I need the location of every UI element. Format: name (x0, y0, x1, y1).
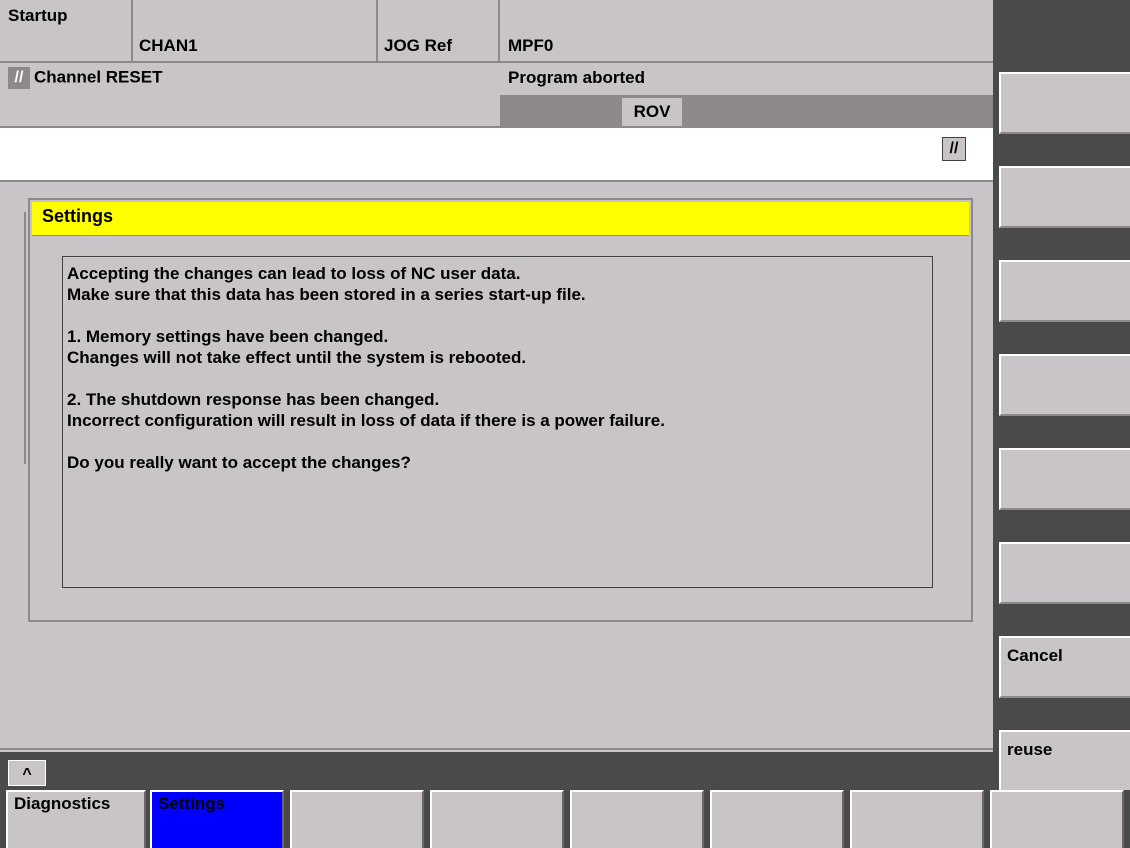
message-line-6 (67, 368, 928, 389)
message-line-4: 1. Memory settings have been changed. (67, 327, 389, 346)
vsk-1[interactable] (999, 72, 1130, 134)
header-spacer (0, 95, 500, 128)
message-line-5: Changes will not take effect until the s… (67, 348, 527, 367)
reuse-softkey[interactable]: reuse (999, 730, 1130, 792)
recall-bar: ^ (0, 752, 993, 790)
override-bar: ROV (500, 95, 993, 128)
vsk-6[interactable] (999, 542, 1130, 604)
rov-indicator: ROV (622, 98, 682, 126)
message-line-1: Accepting the changes can lead to loss o… (67, 264, 521, 283)
message-line: // (0, 128, 993, 182)
channel-status: //Channel RESET (0, 63, 500, 95)
hsk-3[interactable] (290, 790, 424, 848)
message-line-8: Incorrect configuration will result in l… (67, 411, 665, 430)
vsk-5[interactable] (999, 448, 1130, 510)
work-area: Settings Accepting the changes can lead … (0, 184, 993, 750)
channel-name: CHAN1 (133, 0, 378, 63)
hsk-8[interactable] (990, 790, 1124, 848)
area-name: Startup (0, 0, 133, 63)
message-line-10: Do you really want to accept the changes… (67, 453, 411, 472)
channel-status-text: Channel RESET (34, 67, 163, 87)
program-status: Program aborted (500, 63, 993, 95)
vertical-softkey-bar: Cancel reuse (993, 0, 1130, 792)
horizontal-softkey-bar: Diagnostics Settings (0, 790, 1130, 848)
reset-icon: // (8, 67, 30, 89)
diagnostics-softkey[interactable]: Diagnostics (6, 790, 146, 848)
message-line-3 (67, 305, 928, 326)
scroll-line (24, 212, 26, 464)
vsk-3[interactable] (999, 260, 1130, 322)
vsk-4[interactable] (999, 354, 1130, 416)
hsk-5[interactable] (570, 790, 704, 848)
hsk-7[interactable] (850, 790, 984, 848)
hsk-4[interactable] (430, 790, 564, 848)
settings-softkey[interactable]: Settings (150, 790, 284, 848)
settings-dialog: Settings Accepting the changes can lead … (28, 198, 973, 622)
vsk-2[interactable] (999, 166, 1130, 228)
hsk-6[interactable] (710, 790, 844, 848)
message-line-7: 2. The shutdown response has been change… (67, 390, 440, 409)
message-line-2: Make sure that this data has been stored… (67, 285, 586, 304)
message-line-9 (67, 431, 928, 452)
program-name: MPF0 (500, 0, 993, 63)
dialog-message: Accepting the changes can lead to loss o… (62, 256, 933, 588)
recall-icon[interactable]: ^ (8, 760, 46, 786)
operating-mode: JOG Ref (378, 0, 500, 63)
cancel-softkey[interactable]: Cancel (999, 636, 1130, 698)
reset-icon[interactable]: // (942, 137, 966, 161)
dialog-title: Settings (32, 202, 969, 236)
